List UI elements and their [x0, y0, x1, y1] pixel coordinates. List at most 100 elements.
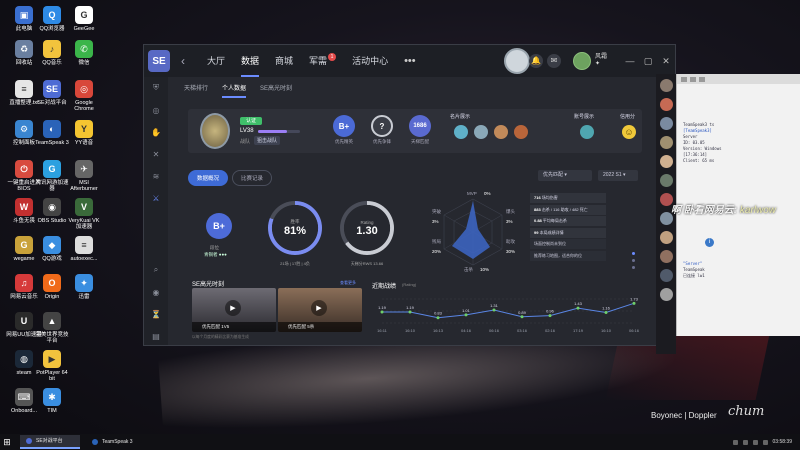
tray-icon[interactable] — [762, 439, 768, 445]
ts-tool-icon[interactable] — [681, 76, 687, 82]
rating-point[interactable] — [380, 310, 384, 314]
tray-icon[interactable] — [732, 439, 738, 445]
sidebar-filter-icon[interactable]: ⏳ — [144, 303, 168, 325]
sidebar-search-icon[interactable]: ⌕ — [144, 259, 168, 281]
rating-point[interactable] — [632, 301, 636, 305]
stats-list-item[interactable]: 99 本局成绩详情 — [530, 227, 606, 238]
desktop-icon[interactable]: ♪ QQ音乐 — [34, 40, 70, 66]
ts-user-avatar[interactable] — [659, 98, 673, 111]
sidebar-data-icon[interactable]: ⚔ — [144, 187, 168, 209]
stats-list-item[interactable]: 0.88 平均每局击杀 — [530, 216, 606, 226]
medal-4-icon[interactable] — [514, 125, 528, 139]
stats-list-item[interactable]: 场面控制尚未到位 — [530, 239, 606, 249]
season-emblem-icon[interactable] — [504, 48, 530, 74]
nav-tab-3[interactable]: 军需 1 — [301, 45, 344, 77]
desktop-icon[interactable]: ◎ Google Chrome — [66, 80, 102, 113]
desktop-icon[interactable]: ◆ QQ游戏 — [34, 236, 70, 262]
highlight-clip[interactable]: ▶ 优先匹配 1V5 — [192, 288, 276, 332]
sidebar-wifi-icon[interactable]: ≋ — [144, 165, 168, 187]
rating-point[interactable] — [436, 316, 440, 320]
desktop-icon[interactable]: ◐ TeamSpeak 3 — [34, 120, 70, 146]
subtab-ladder[interactable]: 天梯排行 — [184, 83, 208, 98]
more-menu-button[interactable]: ••• — [396, 45, 424, 77]
subtab-personal-data[interactable]: 个人数据 — [222, 83, 247, 98]
smiley-icon[interactable]: ☺ — [622, 125, 636, 139]
desktop-icon[interactable]: ≡ autoexec... — [66, 236, 102, 262]
medal-1-icon[interactable] — [454, 125, 468, 139]
rating-point[interactable] — [492, 308, 496, 312]
nav-tab-4[interactable]: 活动中心 — [344, 45, 396, 77]
highlights-more-link[interactable]: 查看更多 — [340, 280, 356, 286]
carousel-dot[interactable] — [632, 266, 635, 269]
tab-match-records[interactable]: 比赛记录 — [232, 170, 273, 186]
play-icon[interactable]: ▶ — [225, 300, 241, 316]
sidebar-eye-icon[interactable]: ◉ — [144, 281, 168, 303]
desktop-icon[interactable]: ✱ TIM — [34, 388, 70, 414]
rating-point[interactable] — [604, 310, 608, 314]
team-name[interactable]: 狙击战队 — [254, 136, 281, 145]
rating-point[interactable] — [408, 310, 412, 314]
ts-user-avatar[interactable] — [659, 136, 673, 149]
close-button[interactable]: ✕ — [657, 56, 675, 67]
badge-ladder[interactable]: 1686 天梯匹配 — [402, 115, 438, 145]
play-icon[interactable]: ▶ — [311, 300, 327, 316]
stats-list-item[interactable]: 716 场均伤害 — [530, 193, 606, 203]
season-select[interactable]: 2022 S1 ▾ — [598, 170, 638, 181]
nav-tab-2[interactable]: 商城 — [267, 45, 301, 77]
player-emblem-icon[interactable] — [200, 113, 230, 149]
rating-point[interactable] — [520, 315, 524, 319]
rating-point[interactable] — [548, 314, 552, 318]
carousel-dot[interactable] — [632, 252, 635, 255]
ts-user-avatar[interactable] — [659, 155, 673, 168]
ts-user-avatar[interactable] — [659, 79, 673, 92]
ts-user-avatar[interactable] — [659, 288, 673, 301]
rank-icon[interactable]: B+ — [206, 213, 232, 239]
taskbar-app[interactable]: TeamSpeak 3 — [86, 435, 139, 449]
ts-user-avatar[interactable] — [659, 117, 673, 130]
badge-priority-elite[interactable]: B+ 优先精英 — [326, 115, 362, 145]
medal-3-icon[interactable] — [494, 125, 508, 139]
mode-select[interactable]: 优先匹配 ▾ — [538, 170, 592, 181]
account-medal-icon[interactable] — [580, 125, 594, 139]
desktop-icon[interactable]: Q QQ浏览器 — [34, 6, 70, 32]
clock[interactable]: 03:58:39 — [773, 439, 792, 445]
maximize-button[interactable]: ▢ — [639, 56, 657, 67]
windows-start-icon[interactable]: ⊞ — [0, 434, 14, 450]
desktop-icon[interactable]: Y YY语音 — [66, 120, 102, 146]
desktop-icon[interactable]: ✈ MSI Afterburner — [66, 160, 102, 193]
sidebar-doc-icon[interactable]: ▤ — [144, 325, 168, 345]
desktop-icon[interactable]: ▶ PotPlayer 64 bit — [34, 350, 70, 383]
carousel-dot[interactable] — [632, 259, 635, 262]
desktop-icon[interactable]: G GeeGee — [66, 6, 102, 32]
message-icon[interactable]: ✉ — [546, 54, 561, 68]
ts-tool-icon[interactable] — [699, 76, 705, 82]
medal-2-icon[interactable] — [474, 125, 488, 139]
nav-tab-0[interactable]: 大厅 — [199, 45, 233, 77]
desktop-icon[interactable]: V VeryKuai VK加速器 — [66, 198, 102, 231]
minimize-button[interactable]: — — [621, 56, 639, 66]
desktop-icon[interactable]: SE SE对战平台 — [34, 80, 70, 106]
sidebar-shield-icon[interactable]: ⛨ — [144, 77, 168, 99]
desktop-icon[interactable]: O Origin — [34, 274, 70, 300]
ts-tool-icon[interactable] — [690, 76, 696, 82]
user-name-block[interactable]: 风霜 ✦ — [595, 54, 607, 68]
stats-list-item[interactable]: 推荐练习地图，适合你的位 — [530, 250, 606, 261]
desktop-icon[interactable]: ◉ OBS Studio — [34, 198, 70, 224]
sidebar-hand-icon[interactable]: ✋ — [144, 121, 168, 143]
app-logo[interactable]: SE — [148, 50, 170, 72]
back-arrow-icon[interactable]: ‹ — [181, 54, 185, 68]
tray-icon[interactable] — [752, 439, 758, 445]
taskbar-app[interactable]: SE对战平台 — [20, 435, 80, 449]
desktop-icon[interactable]: G 腾讯网游加速器 — [34, 160, 70, 193]
ts-user-avatar[interactable] — [659, 231, 673, 244]
sidebar-target-icon[interactable]: ◎ — [144, 99, 168, 121]
ts-user-avatar[interactable] — [659, 174, 673, 187]
ts-user-avatar[interactable] — [659, 250, 673, 263]
badge-priority-contest[interactable]: ? 优先争锋 — [364, 115, 400, 145]
nav-tab-1[interactable]: 数据 — [233, 45, 267, 77]
stats-list-item[interactable]: 883 击杀 / 116 助攻 / 482 死亡 — [530, 204, 606, 215]
info-icon[interactable]: i — [705, 238, 714, 247]
tab-overview[interactable]: 数据概况 — [188, 170, 229, 186]
user-avatar[interactable] — [572, 52, 591, 70]
subtab-highlights[interactable]: SE高光时刻 — [260, 83, 292, 98]
